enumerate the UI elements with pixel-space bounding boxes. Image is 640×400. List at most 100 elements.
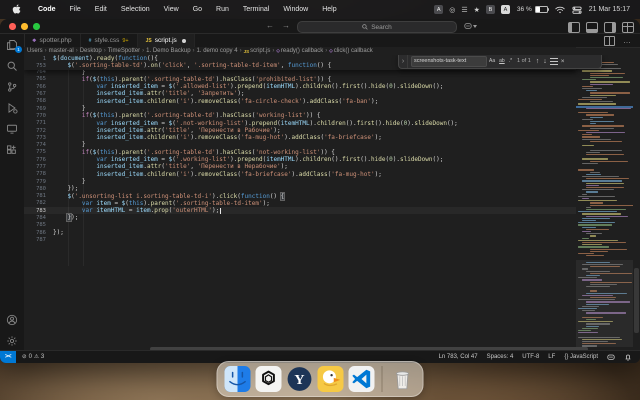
problems-indicator[interactable]: ⊘ 0 ⚠ 3 (16, 354, 50, 360)
battery-indicator[interactable]: 36 % (517, 6, 548, 14)
duck-app-dock-icon[interactable] (318, 366, 344, 392)
find-in-selection-icon[interactable] (549, 57, 559, 66)
toggle-secondary-sidebar-icon[interactable] (604, 22, 616, 33)
line-number[interactable]: 771 (24, 120, 53, 126)
line-number[interactable]: 770 (24, 113, 53, 119)
line-number[interactable]: 769 (24, 106, 53, 112)
control-center-icon[interactable] (572, 6, 582, 14)
code-line[interactable]: 783 var itemHTML = item.prop('outerHTML'… (24, 207, 576, 214)
wifi-icon[interactable] (555, 6, 565, 14)
customize-layout-icon[interactable] (622, 22, 634, 33)
code-line[interactable]: 770 if($(this).parent('.sorting-table-td… (24, 112, 576, 119)
toggle-replace-icon[interactable]: › (399, 55, 408, 68)
explorer-icon[interactable]: 1 (0, 34, 24, 55)
line-number[interactable]: 768 (24, 98, 53, 104)
window-titlebar[interactable]: ← → Search (0, 19, 640, 34)
extensions-icon[interactable] (0, 139, 24, 160)
line-number[interactable]: 783 (24, 208, 53, 214)
breadcrumb-item[interactable]: master-al (49, 48, 74, 54)
line-number[interactable]: 1 (24, 56, 53, 62)
menu-code[interactable]: Code (31, 6, 63, 13)
command-center-search[interactable]: Search (297, 21, 457, 33)
code-line[interactable]: 772 inserted_item.attr('title', 'Перенес… (24, 127, 576, 134)
code-line[interactable]: 776 var inserted_item = $('.working-list… (24, 156, 576, 163)
navigate-forward-icon[interactable]: → (282, 21, 290, 30)
run-debug-icon[interactable] (0, 97, 24, 118)
search-sidebar-icon[interactable] (0, 55, 24, 76)
vertical-scrollbar[interactable] (634, 55, 639, 351)
line-number[interactable]: 781 (24, 193, 53, 199)
code-line[interactable]: 777 inserted_item.attr('title', 'Перенес… (24, 163, 576, 170)
line-number[interactable]: 784 (24, 215, 53, 221)
code-line[interactable]: 784 }); (24, 214, 576, 221)
menu-edit[interactable]: Edit (88, 6, 114, 13)
line-number[interactable]: 753 (24, 63, 53, 69)
keyboard-layout-icon[interactable]: A (501, 5, 510, 14)
status-item--javascript[interactable]: {} JavaScript (564, 354, 598, 360)
tab-spotter.php[interactable]: ❖spotter.php (24, 34, 81, 47)
code-line[interactable]: 781 $('.unsorting-list i.sorting-table-t… (24, 193, 576, 200)
code-line[interactable]: 775 if($(this).parent('.sorting-table-td… (24, 149, 576, 156)
remote-explorer-icon[interactable] (0, 118, 24, 139)
line-number[interactable]: 776 (24, 157, 53, 163)
breadcrumb-item[interactable]: Users (27, 48, 43, 54)
code-line[interactable]: 769 } (24, 105, 576, 112)
line-number[interactable]: 786 (24, 230, 53, 236)
code-line[interactable]: 767 inserted_item.attr('title', 'Запрети… (24, 90, 576, 97)
menu-file[interactable]: File (63, 6, 88, 13)
code-line[interactable]: 774 } (24, 141, 576, 148)
app-status-icon-4[interactable]: B (486, 5, 495, 14)
whole-word-button[interactable]: ab (497, 58, 507, 64)
previous-match-icon[interactable]: ↑ (534, 58, 542, 65)
line-number[interactable]: 777 (24, 164, 53, 170)
menubar-clock[interactable]: 21 Mar 15:17 (589, 6, 630, 13)
code-line[interactable]: 785 (24, 222, 576, 229)
tab-script.js[interactable]: JSscript.js (138, 34, 195, 47)
input-source-icon[interactable]: A (434, 5, 443, 14)
zoom-window-button[interactable] (33, 23, 40, 30)
status-item-spaces-4[interactable]: Spaces: 4 (487, 354, 514, 360)
close-find-icon[interactable]: × (559, 58, 567, 65)
status-item-lf[interactable]: LF (548, 354, 555, 360)
code-line[interactable]: 766 var inserted_item = $('.allowed-list… (24, 83, 576, 90)
copilot-status-icon[interactable] (607, 353, 615, 361)
minimap-slider[interactable] (576, 260, 633, 347)
yandex-browser-dock-icon[interactable]: Y (287, 366, 313, 392)
line-number[interactable]: 773 (24, 135, 53, 141)
line-number[interactable]: 779 (24, 179, 53, 185)
remote-indicator[interactable]: >< (0, 351, 16, 363)
regex-button[interactable]: .* (507, 58, 514, 64)
code-line[interactable]: 764 } (24, 69, 576, 76)
app-status-icon-1[interactable]: ◎ (449, 6, 455, 14)
tab-style.css[interactable]: #style.css9+ (81, 34, 138, 47)
vscode-dock-icon[interactable] (349, 366, 375, 392)
menu-terminal[interactable]: Terminal (236, 6, 276, 13)
minimize-window-button[interactable] (21, 23, 28, 30)
menu-help[interactable]: Help (315, 6, 343, 13)
find-input[interactable] (411, 56, 487, 67)
apple-menu-icon[interactable] (12, 4, 21, 15)
line-number[interactable]: 766 (24, 84, 53, 90)
line-number[interactable]: 787 (24, 237, 53, 243)
code-line[interactable]: 780 }); (24, 185, 576, 192)
split-editor-icon[interactable] (604, 36, 615, 46)
minimap[interactable] (576, 55, 633, 351)
code-line[interactable]: 782 var item = $(this).parent('.sorting-… (24, 200, 576, 207)
next-match-icon[interactable]: ↓ (541, 58, 549, 65)
menu-go[interactable]: Go (186, 6, 209, 13)
line-number[interactable]: 778 (24, 171, 53, 177)
menu-view[interactable]: View (157, 6, 186, 13)
notifications-bell-icon[interactable] (624, 353, 632, 361)
account-icon[interactable] (0, 309, 24, 330)
settings-gear-icon[interactable] (0, 330, 24, 351)
code-line[interactable]: 768 inserted_item.children('i').removeCl… (24, 98, 576, 105)
code-line[interactable]: 765 if($(this).parent('.sorting-table-td… (24, 76, 576, 83)
toggle-panel-icon[interactable] (586, 22, 598, 33)
copilot-button[interactable] (461, 21, 480, 31)
breadcrumb-item[interactable]: 1. demo copy 4 (197, 48, 238, 54)
line-number[interactable]: 772 (24, 128, 53, 134)
menu-window[interactable]: Window (276, 6, 315, 13)
match-case-button[interactable]: Aa (487, 58, 497, 64)
status-item-ln-783-col-47[interactable]: Ln 783, Col 47 (439, 354, 478, 360)
line-number[interactable]: 775 (24, 149, 53, 155)
